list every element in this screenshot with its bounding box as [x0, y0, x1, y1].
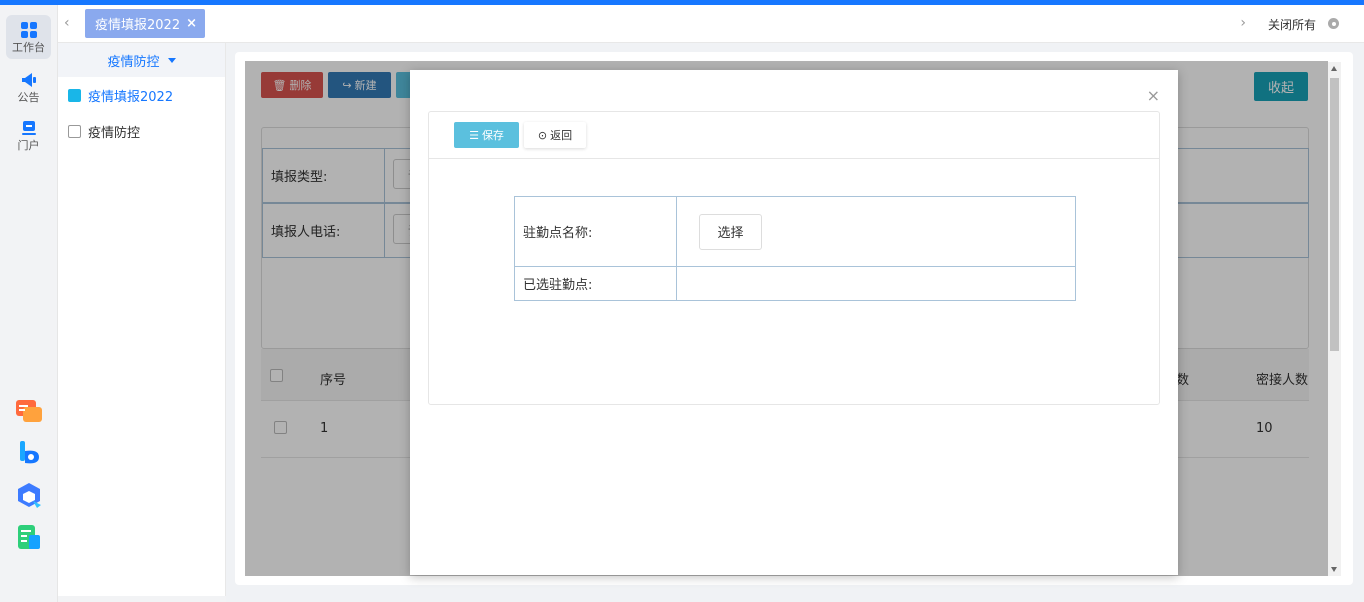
- selected-site-label: 已选驻勤点:: [514, 266, 677, 301]
- site-name-label: 驻勤点名称:: [514, 196, 677, 267]
- settings-circle-icon[interactable]: [1328, 18, 1339, 29]
- chat-app-icon[interactable]: [15, 398, 43, 426]
- rail-item-label: 门户: [17, 138, 40, 152]
- caret-down-icon: [167, 57, 176, 63]
- rail-item-workbench[interactable]: 工作台: [6, 15, 51, 59]
- copy-icon: [68, 124, 81, 138]
- b-app-icon[interactable]: [15, 439, 43, 467]
- tab-scroll-right-icon[interactable]: ›: [1240, 15, 1246, 31]
- content-scrollbar[interactable]: [1328, 62, 1341, 576]
- selected-site-value: [676, 266, 1076, 301]
- form-icon: [68, 88, 81, 102]
- menu-group-label: 疫情防控: [107, 54, 160, 70]
- scroll-down-icon[interactable]: [1331, 567, 1337, 572]
- select-button[interactable]: 选择: [699, 213, 762, 250]
- dialog-card: ☰ 保存 ⊙ 返回 驻勤点名称: 选择 已选驻勤点:: [428, 111, 1160, 405]
- menu-item-epidemic-report-2022[interactable]: 疫情填报2022: [58, 77, 225, 113]
- back-label: 返回: [550, 129, 573, 142]
- site-form-table: 驻勤点名称: 选择 已选驻勤点:: [514, 196, 1076, 301]
- menu-footer-strip: [58, 596, 226, 602]
- portal-icon: [20, 119, 38, 137]
- circle-back-icon: ⊙: [537, 128, 548, 142]
- save-button[interactable]: ☰ 保存: [454, 122, 519, 148]
- back-button[interactable]: ⊙ 返回: [524, 122, 586, 148]
- megaphone-icon: [20, 71, 38, 89]
- rail-item-announcement[interactable]: 公告: [6, 65, 51, 109]
- list-icon: ☰: [469, 128, 479, 142]
- menu-item-label: 疫情防控: [88, 125, 141, 141]
- app-rail: 工作台 公告 门户: [0, 5, 58, 602]
- tab-epidemic-report-2022[interactable]: 疫情填报2022 ×: [85, 9, 205, 38]
- menu-group-dropdown[interactable]: 疫情防控: [58, 43, 225, 77]
- module-menu: 疫情防控 疫情填报2022 疫情防控: [58, 43, 226, 602]
- rail-item-label: 工作台: [12, 40, 45, 54]
- scroll-thumb[interactable]: [1330, 78, 1339, 351]
- close-all-button[interactable]: 关闭所有: [1268, 16, 1316, 33]
- close-icon[interactable]: ×: [1147, 88, 1160, 104]
- menu-item-label: 疫情填报2022: [88, 89, 174, 105]
- dialog-toolbar: ☰ 保存 ⊙ 返回: [429, 112, 1159, 159]
- rail-item-portal[interactable]: 门户: [6, 113, 51, 157]
- document-app-icon[interactable]: [15, 523, 43, 551]
- rail-item-label: 公告: [17, 90, 40, 104]
- menu-item-epidemic-control[interactable]: 疫情防控: [58, 113, 225, 149]
- grid-icon: [20, 21, 38, 39]
- cube-app-icon[interactable]: [15, 481, 43, 509]
- select-site-dialog: × ☰ 保存 ⊙ 返回 驻勤点名称: 选择 已选驻勤点:: [410, 70, 1178, 575]
- tab-label: 疫情填报2022: [95, 18, 181, 33]
- site-name-cell: 选择: [676, 196, 1076, 267]
- tab-scroll-left-icon[interactable]: ‹: [64, 15, 76, 31]
- scroll-up-icon[interactable]: [1331, 66, 1337, 71]
- tab-close-icon[interactable]: ×: [186, 16, 197, 31]
- save-label: 保存: [481, 129, 504, 142]
- tab-bar: ‹ 疫情填报2022 × › 关闭所有: [58, 5, 1364, 43]
